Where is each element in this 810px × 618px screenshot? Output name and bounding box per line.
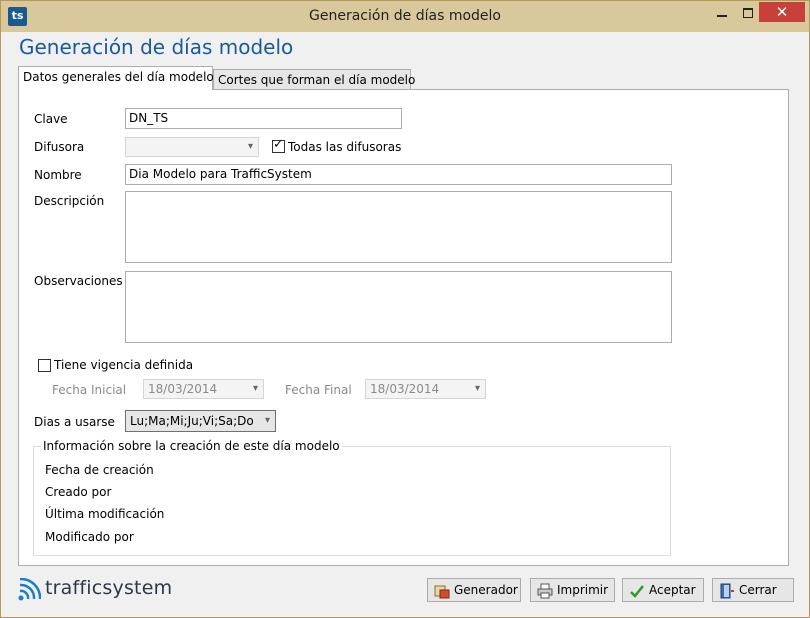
tab-datos-generales[interactable]: Datos generales del día modelo [18, 66, 214, 90]
cerrar-button[interactable]: Cerrar [712, 578, 794, 602]
dias-label: Dias a usarse [34, 415, 115, 429]
cerrar-label: Cerrar [739, 583, 777, 597]
clave-input[interactable]: DN_TS [125, 108, 402, 129]
page-title: Generación de días modelo [19, 35, 294, 59]
fecha-creacion-label: Fecha de creación [45, 463, 154, 477]
trafficsystem-logo: trafficsystem [17, 576, 177, 602]
creado-por-label: Creado por [45, 485, 112, 499]
checkmark-icon [630, 585, 644, 598]
chevron-down-icon: ▾ [247, 141, 253, 152]
printer-icon [537, 583, 553, 599]
fecha-final-label: Fecha Final [285, 383, 352, 397]
aceptar-button[interactable]: Aceptar [622, 578, 704, 602]
fecha-final-picker[interactable]: 18/03/2014 ▾ [365, 379, 486, 399]
vigencia-label[interactable]: Tiene vigencia definida [54, 358, 193, 372]
imprimir-button[interactable]: Imprimir [530, 578, 615, 602]
descripcion-textarea[interactable] [125, 191, 672, 263]
fecha-final-value: 18/03/2014 [370, 382, 440, 396]
info-creacion-group: Información sobre la creación de este dí… [33, 439, 671, 556]
close-icon: ✕ [775, 3, 789, 21]
chevron-down-icon: ▾ [252, 383, 258, 394]
difusora-label: Difusora [34, 140, 85, 154]
generador-label: Generador [454, 583, 518, 597]
dias-select[interactable]: Lu;Ma;Mi;Ju;Vi;Sa;Do ▾ [125, 410, 276, 432]
close-button[interactable]: ✕ [759, 2, 805, 22]
imprimir-label: Imprimir [557, 583, 609, 597]
generador-button[interactable]: Generador [427, 578, 521, 602]
info-creacion-title: Información sobre la creación de este dí… [41, 439, 342, 453]
vigencia-checkbox[interactable] [38, 359, 51, 372]
fecha-inicial-label: Fecha Inicial [52, 383, 127, 397]
aceptar-label: Aceptar [649, 583, 696, 597]
nombre-label: Nombre [34, 168, 82, 182]
window-title: Generación de días modelo [309, 8, 501, 24]
signal-logo-icon [18, 578, 41, 601]
fecha-inicial-picker[interactable]: 18/03/2014 ▾ [143, 379, 264, 399]
maximize-icon[interactable] [735, 2, 761, 24]
observaciones-label: Observaciones [34, 274, 123, 288]
nombre-input[interactable]: Dia Modelo para TrafficSystem [125, 164, 672, 185]
tab-cortes[interactable]: Cortes que forman el día modelo [213, 69, 415, 90]
fecha-inicial-value: 18/03/2014 [148, 382, 218, 396]
chevron-down-icon: ▾ [264, 415, 270, 426]
descripcion-label: Descripción [34, 194, 105, 208]
dias-value: Lu;Ma;Mi;Ju;Vi;Sa;Do [130, 414, 254, 428]
todas-difusoras-checkbox[interactable] [272, 137, 285, 153]
chevron-down-icon: ▾ [474, 383, 480, 394]
logo-text: trafficsystem [45, 577, 173, 599]
minimize-icon[interactable] [709, 2, 735, 24]
ultima-modificacion-label: Última modificación [45, 507, 165, 521]
client-area: Generación de días modelo Datos generale… [9, 32, 801, 612]
todas-difusoras-label[interactable]: Todas las difusoras [288, 140, 401, 154]
tab-panel-datos-generales: Clave DN_TS Difusora ▾ Todas las difusor… [18, 89, 789, 566]
modificado-por-label: Modificado por [45, 530, 134, 544]
main-window: ts Generación de días modelo ✕ Generació… [0, 0, 810, 618]
difusora-select[interactable]: ▾ [125, 137, 259, 157]
title-bar[interactable]: ts Generación de días modelo ✕ [1, 1, 809, 32]
generator-icon [434, 585, 450, 599]
clave-label: Clave [34, 112, 68, 126]
exit-door-icon [720, 583, 734, 599]
observaciones-textarea[interactable] [125, 271, 672, 343]
